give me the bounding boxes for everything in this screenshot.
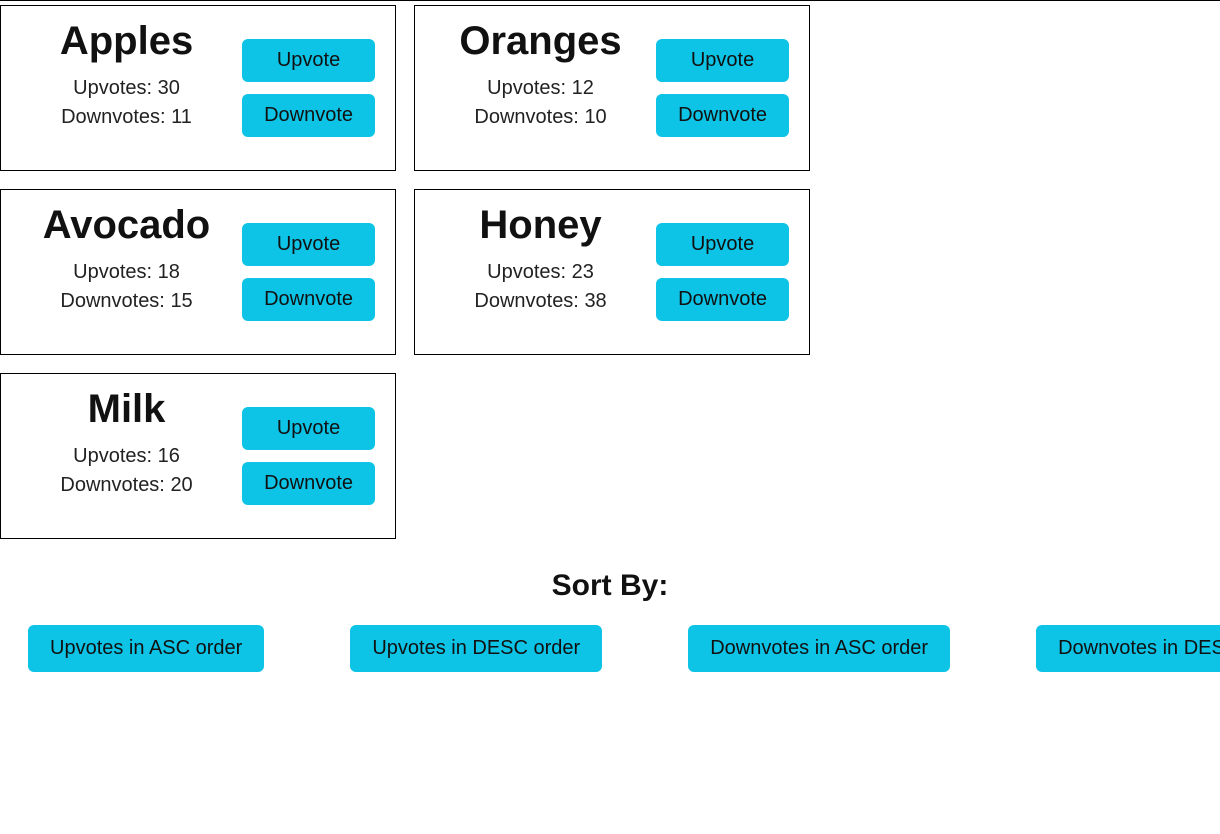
sort-downvotes-desc-button[interactable]: Downvotes in DESC order	[1036, 625, 1220, 672]
upvotes-count: Upvotes: 18	[73, 258, 180, 287]
downvote-button[interactable]: Downvote	[242, 462, 375, 505]
upvote-button[interactable]: Upvote	[656, 39, 789, 82]
card-info: Oranges Upvotes: 12 Downvotes: 10	[425, 18, 656, 158]
downvote-button[interactable]: Downvote	[242, 94, 375, 137]
card-title: Honey	[479, 202, 601, 248]
card-actions: Upvote Downvote	[242, 386, 375, 526]
downvote-button[interactable]: Downvote	[656, 94, 789, 137]
upvote-button[interactable]: Upvote	[242, 223, 375, 266]
downvote-button[interactable]: Downvote	[242, 278, 375, 321]
item-card: Honey Upvotes: 23 Downvotes: 38 Upvote D…	[414, 189, 810, 355]
card-info: Honey Upvotes: 23 Downvotes: 38	[425, 202, 656, 342]
sort-section: Sort By: Upvotes in ASC order Upvotes in…	[0, 569, 1220, 672]
card-info: Milk Upvotes: 16 Downvotes: 20	[11, 386, 242, 526]
card-actions: Upvote Downvote	[656, 18, 789, 158]
sort-upvotes-asc-button[interactable]: Upvotes in ASC order	[28, 625, 264, 672]
card-actions: Upvote Downvote	[242, 202, 375, 342]
card-info: Apples Upvotes: 30 Downvotes: 11	[11, 18, 242, 158]
item-card: Apples Upvotes: 30 Downvotes: 11 Upvote …	[0, 5, 396, 171]
upvote-button[interactable]: Upvote	[242, 407, 375, 450]
downvote-button[interactable]: Downvote	[656, 278, 789, 321]
card-actions: Upvote Downvote	[656, 202, 789, 342]
card-title: Oranges	[459, 18, 621, 64]
downvotes-count: Downvotes: 15	[60, 287, 192, 316]
sort-upvotes-desc-button[interactable]: Upvotes in DESC order	[350, 625, 602, 672]
sort-buttons: Upvotes in ASC order Upvotes in DESC ord…	[0, 625, 1220, 672]
upvotes-count: Upvotes: 23	[487, 258, 594, 287]
upvote-button[interactable]: Upvote	[242, 39, 375, 82]
upvotes-count: Upvotes: 16	[73, 442, 180, 471]
cards-grid: Apples Upvotes: 30 Downvotes: 11 Upvote …	[0, 1, 1220, 539]
downvotes-count: Downvotes: 20	[60, 471, 192, 500]
item-card: Milk Upvotes: 16 Downvotes: 20 Upvote Do…	[0, 373, 396, 539]
upvotes-count: Upvotes: 12	[487, 74, 594, 103]
card-info: Avocado Upvotes: 18 Downvotes: 15	[11, 202, 242, 342]
card-title: Apples	[60, 18, 193, 64]
upvotes-count: Upvotes: 30	[73, 74, 180, 103]
item-card: Avocado Upvotes: 18 Downvotes: 15 Upvote…	[0, 189, 396, 355]
item-card: Oranges Upvotes: 12 Downvotes: 10 Upvote…	[414, 5, 810, 171]
downvotes-count: Downvotes: 11	[61, 103, 192, 132]
card-title: Milk	[88, 386, 166, 432]
downvotes-count: Downvotes: 38	[474, 287, 606, 316]
downvotes-count: Downvotes: 10	[474, 103, 606, 132]
card-title: Avocado	[43, 202, 210, 248]
sort-title: Sort By:	[0, 569, 1220, 603]
sort-downvotes-asc-button[interactable]: Downvotes in ASC order	[688, 625, 950, 672]
card-actions: Upvote Downvote	[242, 18, 375, 158]
upvote-button[interactable]: Upvote	[656, 223, 789, 266]
